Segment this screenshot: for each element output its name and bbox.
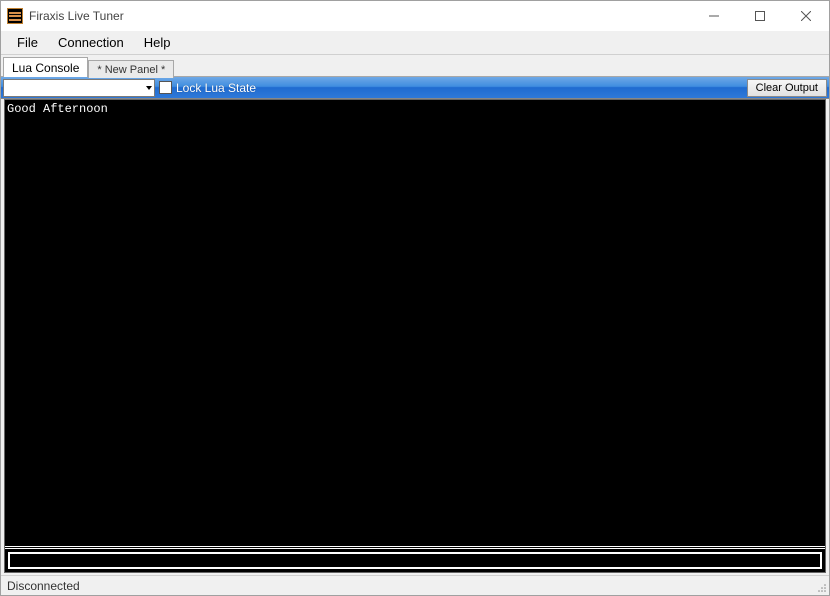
menu-help[interactable]: Help [134,31,181,54]
resize-grip[interactable] [815,581,827,593]
menu-connection[interactable]: Connection [48,31,134,54]
status-text: Disconnected [7,579,80,593]
tabstrip: Lua Console * New Panel * [1,55,829,77]
app-icon [7,8,23,24]
lua-state-combobox[interactable] [3,79,155,97]
toolbar: Lock Lua State Clear Output [1,77,829,99]
window-title: Firaxis Live Tuner [29,9,124,23]
close-icon [801,11,811,21]
maximize-icon [755,11,765,21]
resize-grip-icon [815,581,827,593]
maximize-button[interactable] [737,1,783,31]
menubar: File Connection Help [1,31,829,55]
titlebar: Firaxis Live Tuner [1,1,829,31]
console-input[interactable] [8,552,822,569]
tab-lua-console[interactable]: Lua Console [3,57,88,77]
chevron-down-icon [146,86,152,90]
close-button[interactable] [783,1,829,31]
console-input-row [5,546,825,572]
console-panel: Good Afternoon [4,99,826,573]
console-output: Good Afternoon [5,100,825,546]
clear-output-button[interactable]: Clear Output [747,79,827,97]
lock-lua-state-checkbox[interactable] [159,81,172,94]
tab-new-panel[interactable]: * New Panel * [88,60,174,78]
minimize-button[interactable] [691,1,737,31]
statusbar: Disconnected [1,575,829,595]
lock-lua-state-label: Lock Lua State [176,81,256,95]
minimize-icon [709,11,719,21]
menu-file[interactable]: File [7,31,48,54]
